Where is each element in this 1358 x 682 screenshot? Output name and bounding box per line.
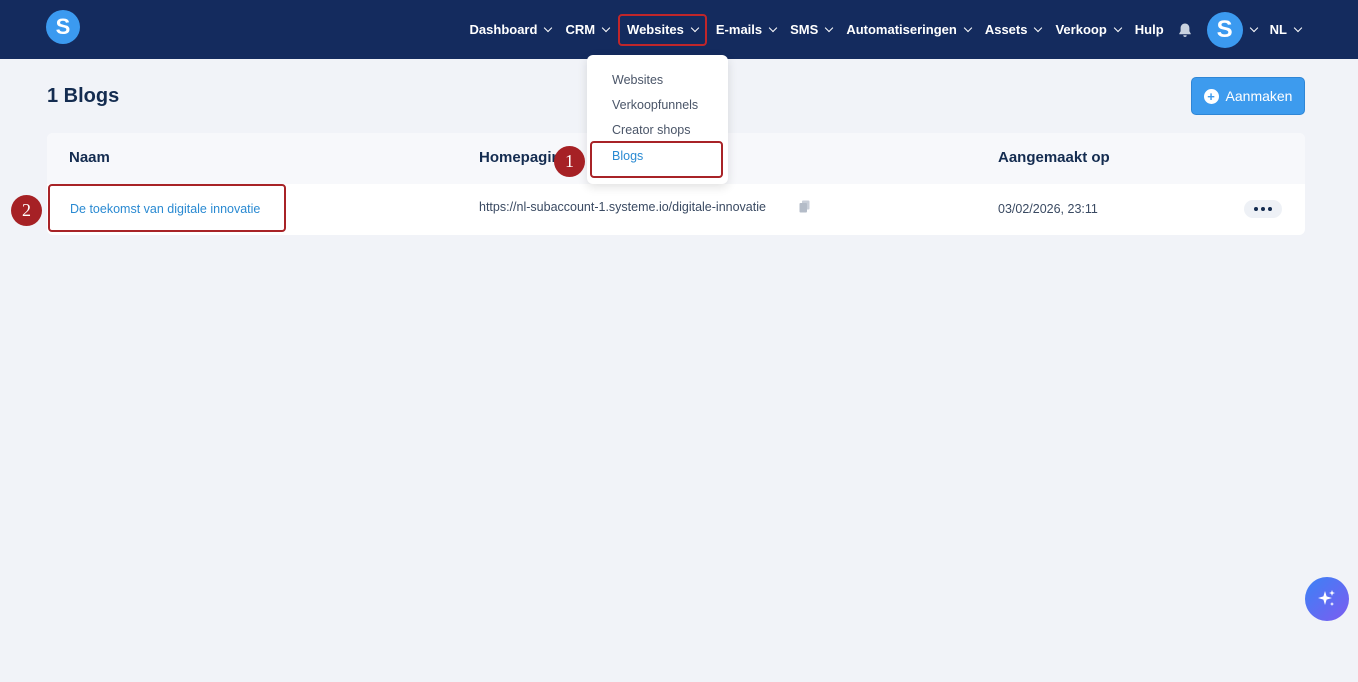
more-actions-button[interactable] <box>1244 200 1282 218</box>
dropdown-item-websites[interactable]: Websites <box>612 73 663 87</box>
account-menu[interactable]: S <box>1203 0 1263 59</box>
create-button[interactable]: + Aanmaken <box>1191 77 1305 115</box>
blog-homepage-url: https://nl-subaccount-1.systeme.io/digit… <box>479 200 766 214</box>
chevron-down-icon <box>601 23 611 33</box>
highlight-blog-name <box>48 184 286 232</box>
chevron-down-icon <box>1293 23 1303 33</box>
language-selector[interactable]: NL <box>1263 0 1308 59</box>
nav-dashboard[interactable]: Dashboard <box>463 0 559 59</box>
plus-icon: + <box>1203 88 1219 104</box>
chevron-down-icon <box>690 23 700 33</box>
chevron-down-icon <box>768 23 778 33</box>
bell-icon[interactable] <box>1177 22 1193 38</box>
blog-created-date: 03/02/2026, 23:11 <box>998 202 1098 216</box>
avatar: S <box>1206 11 1243 48</box>
ai-assistant-button[interactable] <box>1305 577 1349 621</box>
nav-hulp[interactable]: Hulp <box>1128 0 1171 59</box>
chevron-down-icon <box>544 23 553 33</box>
dot-icon <box>1254 207 1258 211</box>
nav-crm[interactable]: CRM <box>558 0 616 59</box>
top-navigation-bar: S Dashboard CRM Websites E-mails SMS Aut… <box>0 0 1358 59</box>
nav-websites[interactable]: Websites <box>618 13 707 46</box>
chevron-down-icon <box>963 23 973 33</box>
main-nav: Dashboard CRM Websites E-mails SMS Autom… <box>463 0 1308 59</box>
nav-emails[interactable]: E-mails <box>709 0 783 59</box>
highlight-blogs-menu <box>590 141 723 178</box>
chevron-down-icon <box>1249 23 1258 33</box>
nav-verkoop[interactable]: Verkoop <box>1048 0 1127 59</box>
copy-icon[interactable] <box>799 200 810 213</box>
dropdown-item-creator-shops[interactable]: Creator shops <box>612 123 691 137</box>
step-marker-1: 1 <box>554 146 585 177</box>
page-title: 1 Blogs <box>47 85 120 107</box>
dot-icon <box>1261 207 1265 211</box>
systeme-logo[interactable]: S <box>46 10 80 44</box>
dropdown-item-verkoopfunnels[interactable]: Verkoopfunnels <box>612 98 698 112</box>
chevron-down-icon <box>825 23 834 33</box>
nav-sms[interactable]: SMS <box>783 0 839 59</box>
column-header-naam: Naam <box>69 149 110 166</box>
chevron-down-icon <box>1034 23 1043 33</box>
column-header-aangemaakt-op: Aangemaakt op <box>998 149 1110 166</box>
nav-automatiseringen[interactable]: Automatiseringen <box>839 0 978 59</box>
chevron-down-icon <box>1113 23 1123 33</box>
step-marker-2: 2 <box>11 195 42 226</box>
dot-icon <box>1268 207 1272 211</box>
nav-assets[interactable]: Assets <box>978 0 1049 59</box>
sparkle-icon <box>1318 590 1335 606</box>
